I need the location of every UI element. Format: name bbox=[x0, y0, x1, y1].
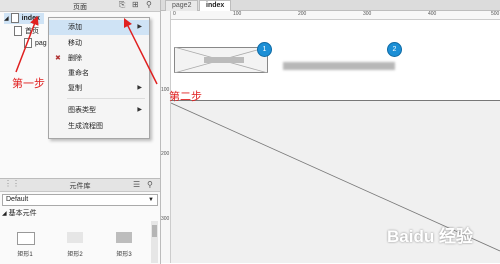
annotation-arrows bbox=[15, 15, 158, 85]
